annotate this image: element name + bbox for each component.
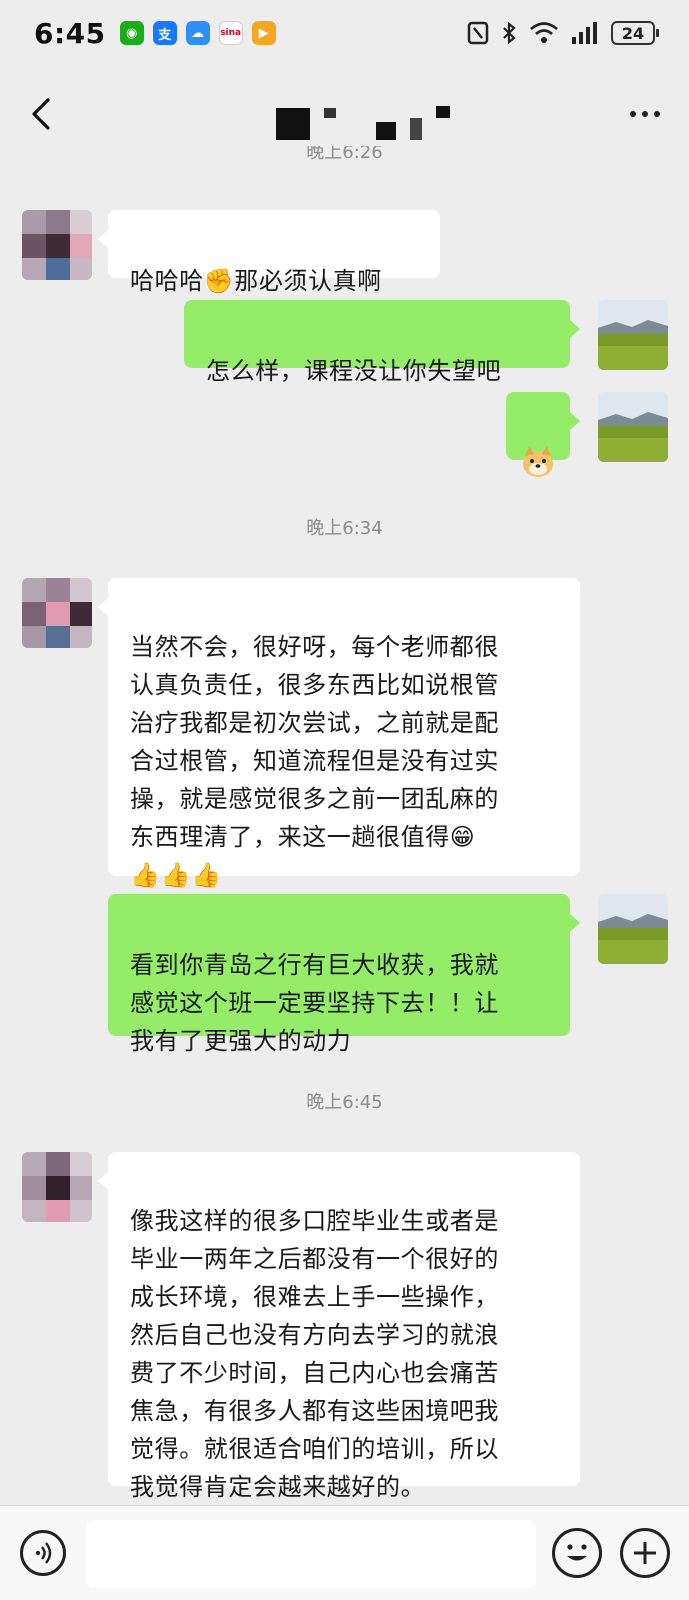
timestamp: 晚上6:45 (306, 1092, 383, 1113)
message-bubble[interactable]: 当然不会，很好呀，每个老师都很 认真负责任，很多东西比如说根管 治疗我都是初次尝… (98, 578, 580, 889)
wifi-icon (530, 22, 558, 43)
contact-avatar[interactable] (22, 578, 92, 648)
my-avatar[interactable] (598, 300, 668, 370)
alipay-icon: 支 (152, 21, 177, 45)
battery-level: 24 (621, 23, 645, 43)
cloud-icon: ☁ (185, 21, 210, 45)
message-bubble[interactable]: 看到你青岛之行有巨大收获，我就 感觉这个班一定要坚持下去！！让 我有了更强大的动… (108, 894, 580, 1055)
emoji-icon[interactable] (552, 1528, 602, 1578)
system-icons: 24 (467, 21, 659, 45)
my-avatar[interactable] (598, 894, 668, 964)
input-bar (0, 1505, 689, 1600)
signal-icon (572, 22, 597, 44)
contact-name-redacted (276, 102, 450, 140)
message-bubble[interactable]: 像我这样的很多口腔毕业生或者是 毕业一两年之后都没有一个很好的 成长环境，很难去… (98, 1152, 580, 1501)
sticker-bubble[interactable]: 🐶 (506, 392, 580, 477)
message-bubble[interactable]: 哈哈哈✊那必须认真啊 (98, 210, 440, 295)
sina-icon: sina (218, 21, 243, 45)
message-bubble[interactable]: 怎么样，课程没让你失望吧 (184, 300, 580, 385)
voice-icon[interactable] (20, 1530, 66, 1576)
plus-icon[interactable] (620, 1528, 670, 1578)
wechat-icon: ◉ (119, 21, 144, 45)
nfc-icon (467, 21, 489, 45)
doge-emoji-icon (523, 446, 553, 477)
contact-avatar[interactable] (22, 1152, 92, 1222)
more-dots-icon[interactable] (623, 94, 667, 134)
video-icon: ▶ (251, 21, 276, 45)
status-bar: 6:45 ◉ 支 ☁ sina ▶ 24 (0, 0, 689, 66)
battery-icon: 24 (611, 21, 659, 45)
contact-avatar[interactable] (22, 210, 92, 280)
status-time: 6:45 (34, 16, 106, 50)
notification-icons: ◉ 支 ☁ sina ▶ (119, 21, 276, 45)
my-avatar[interactable] (598, 392, 668, 462)
timestamp: 晚上6:26 (306, 146, 383, 163)
message-input[interactable] (86, 1520, 536, 1588)
back-arrow-icon[interactable] (22, 94, 62, 134)
bluetooth-icon (503, 21, 516, 45)
timestamp: 晚上6:34 (306, 518, 383, 539)
